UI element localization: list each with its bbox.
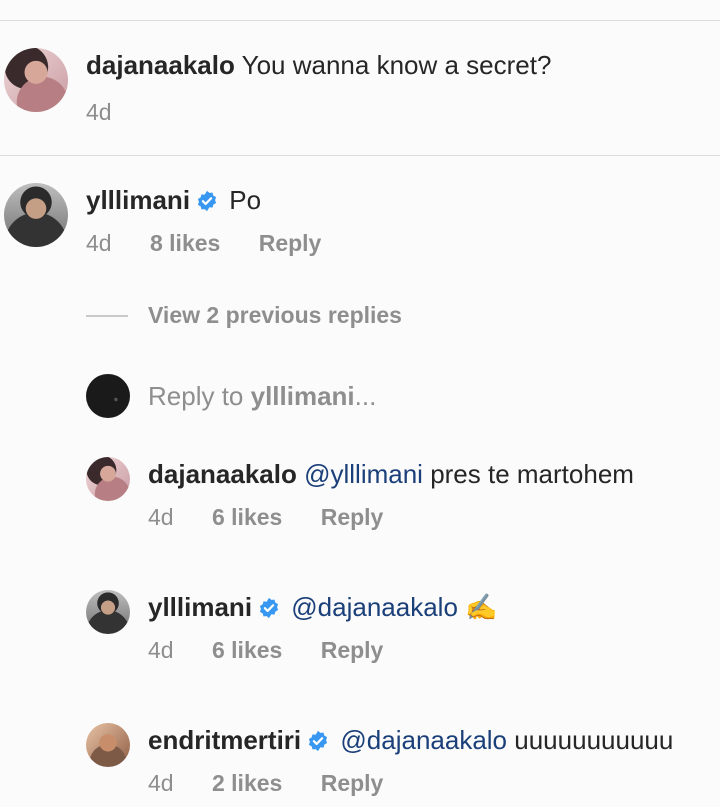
verified-badge-icon bbox=[259, 597, 279, 619]
reply-username[interactable]: dajanaakalo bbox=[148, 459, 297, 489]
reply-body: ylllimani @dajanaakalo ✍️ 4d 6 likes Rep… bbox=[148, 590, 498, 664]
comment-username[interactable]: ylllimani bbox=[86, 185, 190, 215]
avatar-ylllimani[interactable] bbox=[4, 183, 68, 247]
likes-count[interactable]: 6 likes bbox=[212, 504, 282, 530]
reply-age: 4d bbox=[148, 504, 174, 530]
reply-endritmertiri: endritmertiri @dajanaakalo uuuuuuuuuuu 4… bbox=[86, 723, 673, 797]
reply-meta: 4d 2 likes Reply bbox=[148, 769, 673, 797]
reply-mention[interactable]: @dajanaakalo bbox=[340, 725, 507, 755]
verified-badge-icon bbox=[309, 730, 328, 752]
reply-body: dajanaakalo @ylllimani pres te martohem … bbox=[148, 457, 634, 531]
likes-count[interactable]: 6 likes bbox=[212, 637, 282, 663]
comment-divider bbox=[0, 155, 720, 156]
comment-dajanaakalo: dajanaakalo You wanna know a secret? 4d bbox=[4, 48, 551, 126]
comment-body: ylllimani Po 4d 8 likes Reply bbox=[86, 183, 353, 257]
comment-age: 4d bbox=[86, 230, 112, 256]
reply-meta: 4d 6 likes Reply bbox=[148, 636, 498, 664]
reply-age: 4d bbox=[148, 770, 174, 796]
top-divider bbox=[0, 20, 720, 21]
reply-text: pres te martohem bbox=[430, 459, 634, 489]
comment-meta: 4d bbox=[86, 98, 551, 126]
reply-username[interactable]: endritmertiri bbox=[148, 725, 301, 755]
reply-username[interactable]: ylllimani bbox=[148, 592, 252, 622]
reply-input-username: ylllimani bbox=[250, 380, 355, 411]
reply-age: 4d bbox=[148, 637, 174, 663]
comment-text: You wanna know a secret? bbox=[241, 50, 552, 80]
comment-body: dajanaakalo You wanna know a secret? 4d bbox=[86, 48, 551, 126]
avatar-ylllimani[interactable] bbox=[86, 590, 130, 634]
view-previous-replies-button[interactable]: View 2 previous replies bbox=[86, 302, 402, 329]
comment-age: 4d bbox=[86, 99, 112, 125]
thread-line bbox=[86, 314, 128, 317]
reply-button[interactable]: Reply bbox=[321, 637, 384, 663]
avatar-dajanaakalo[interactable] bbox=[4, 48, 68, 112]
reply-button[interactable]: Reply bbox=[259, 230, 322, 256]
reply-input-prefix: Reply to bbox=[148, 380, 251, 411]
comment-ylllimani: ylllimani Po 4d 8 likes Reply bbox=[4, 183, 353, 257]
reply-button[interactable]: Reply bbox=[321, 504, 384, 530]
reply-button[interactable]: Reply bbox=[321, 770, 384, 796]
avatar-dajanaakalo[interactable] bbox=[86, 457, 130, 501]
writing-hand-emoji: ✍️ bbox=[465, 592, 498, 622]
reply-ylllimani: ylllimani @dajanaakalo ✍️ 4d 6 likes Rep… bbox=[86, 590, 498, 664]
comment-meta: 4d 8 likes Reply bbox=[86, 229, 353, 257]
likes-count[interactable]: 8 likes bbox=[150, 230, 220, 256]
reply-mention[interactable]: @dajanaakalo bbox=[291, 592, 458, 622]
comment-line: dajanaakalo You wanna know a secret? bbox=[86, 48, 551, 82]
verified-badge-icon bbox=[197, 190, 217, 212]
current-user-avatar bbox=[86, 374, 130, 418]
reply-input-suffix: ... bbox=[354, 380, 377, 411]
comment-username[interactable]: dajanaakalo bbox=[86, 50, 235, 80]
reply-text: uuuuuuuuuuu bbox=[514, 725, 674, 755]
reply-body: endritmertiri @dajanaakalo uuuuuuuuuuu 4… bbox=[148, 723, 673, 797]
comment-text: Po bbox=[229, 185, 262, 215]
reply-input-row[interactable]: Reply to ylllimani... bbox=[86, 374, 376, 418]
reply-meta: 4d 6 likes Reply bbox=[148, 503, 634, 531]
reply-input[interactable]: Reply to ylllimani... bbox=[148, 381, 376, 412]
reply-line: endritmertiri @dajanaakalo uuuuuuuuuuu bbox=[148, 723, 673, 757]
avatar-endritmertiri[interactable] bbox=[86, 723, 130, 767]
reply-dajanaakalo: dajanaakalo @ylllimani pres te martohem … bbox=[86, 457, 634, 531]
likes-count[interactable]: 2 likes bbox=[212, 770, 282, 796]
view-replies-label: View 2 previous replies bbox=[148, 302, 402, 328]
reply-mention[interactable]: @ylllimani bbox=[304, 459, 423, 489]
comment-line: ylllimani Po bbox=[86, 183, 353, 217]
reply-line: ylllimani @dajanaakalo ✍️ bbox=[148, 590, 498, 624]
reply-line: dajanaakalo @ylllimani pres te martohem bbox=[148, 457, 634, 491]
